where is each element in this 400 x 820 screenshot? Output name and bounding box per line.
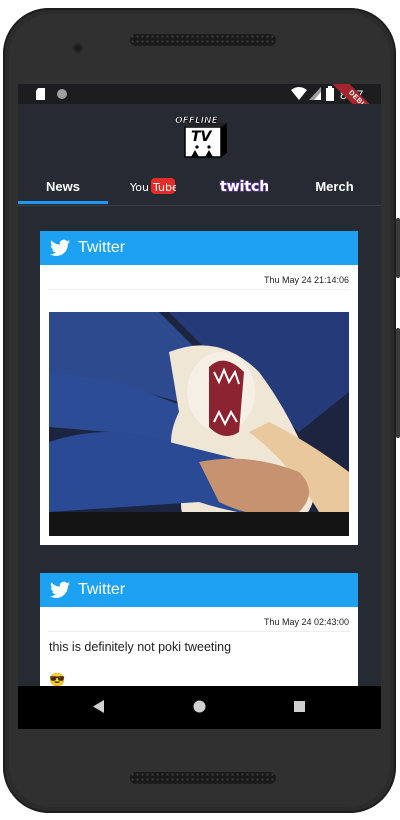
- power-button: [396, 328, 400, 438]
- android-nav-bar: [18, 686, 381, 729]
- signal-icon: [309, 87, 321, 100]
- selected-tab-indicator: [18, 201, 108, 204]
- tweet-card-header: Twitter: [40, 573, 358, 607]
- status-bar: 8:07 DEBUG: [18, 84, 381, 135]
- tab-twitch[interactable]: twitch: [198, 168, 288, 204]
- home-button-icon[interactable]: [193, 700, 206, 713]
- tweet-source-label: Twitter: [78, 239, 126, 256]
- offlinetv-logo: OFFLINE TV: [175, 116, 227, 158]
- volume-button: [396, 218, 400, 278]
- bottom-speaker: [130, 772, 276, 784]
- sync-icon: [57, 89, 67, 99]
- tweet-divider: [48, 289, 350, 290]
- logo-line1: OFFLINE: [175, 116, 219, 126]
- logo-line2: TV: [191, 129, 213, 145]
- news-feed[interactable]: Twitter Thu May 24 21:14:06 Twitter Thu …: [18, 206, 381, 686]
- app-screen: 8:07 DEBUG OFFLINE TV News You: [18, 84, 381, 729]
- tweet-card[interactable]: Twitter Thu May 24 21:14:06: [40, 231, 358, 545]
- youtube-logo-icon: You Tube: [130, 178, 176, 194]
- tab-merch-label: Merch: [315, 178, 354, 194]
- top-speaker: [130, 34, 276, 46]
- twitter-bird-icon: [50, 239, 70, 256]
- tweet-text: this is definitely not poki tweeting: [49, 640, 232, 654]
- tweet-image[interactable]: [49, 312, 349, 536]
- tab-news[interactable]: News: [18, 168, 108, 204]
- twitch-logo-icon: twitch: [219, 178, 268, 195]
- tweet-card[interactable]: Twitter Thu May 24 02:43:00 this is defi…: [40, 573, 358, 686]
- dog-photo: [49, 312, 349, 536]
- tab-news-label: News: [46, 178, 80, 194]
- tab-youtube[interactable]: You Tube: [108, 168, 198, 204]
- youtube-tube-text: Tube: [152, 181, 176, 194]
- tweet-timestamp: Thu May 24 21:14:06: [263, 275, 349, 285]
- tweet-source-label: Twitter: [78, 581, 126, 598]
- front-camera: [73, 43, 83, 53]
- tab-bar: News You Tube twitch Merch: [18, 168, 381, 204]
- tweet-card-header: Twitter: [40, 231, 358, 265]
- tweet-timestamp: Thu May 24 02:43:00: [263, 617, 349, 627]
- tab-merch[interactable]: Merch: [288, 168, 381, 204]
- youtube-you-text: You: [130, 181, 149, 194]
- app-bar: OFFLINE TV News You Tube twitch Merch: [18, 104, 381, 206]
- twitch-logo-text: twitch: [220, 179, 268, 195]
- sunglasses-emoji: 😎: [49, 672, 66, 686]
- sd-card-icon: [36, 88, 45, 100]
- back-button-icon[interactable]: [93, 700, 104, 713]
- wifi-icon: [291, 87, 307, 100]
- recents-button-icon[interactable]: [294, 701, 305, 712]
- twitter-bird-icon: [50, 581, 70, 598]
